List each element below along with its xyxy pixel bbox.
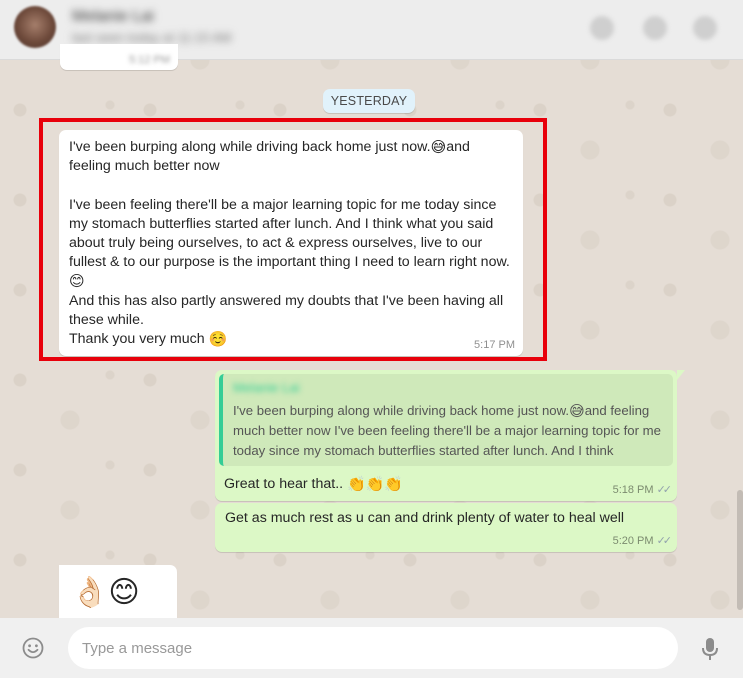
reply-line: Great to hear that.. [224, 476, 344, 492]
date-divider: YESTERDAY [323, 89, 415, 113]
quoted-line: I've been burping along while driving ba… [233, 403, 570, 418]
incoming-message[interactable]: I've been burping along while driving ba… [59, 130, 523, 356]
smile-emoji: 😊 [69, 272, 85, 291]
message-time: 5:20 PM ✓✓ [612, 534, 673, 547]
chat-window: Melanie Lai last seen today at 11:15 AM … [0, 0, 743, 678]
avatar[interactable] [14, 6, 56, 48]
time-text: 5:20 PM [612, 535, 654, 547]
time-text: 5:18 PM [612, 484, 654, 496]
clapping-emoji: 👏👏👏 [347, 475, 404, 493]
message-line: feeling much better now [69, 158, 220, 175]
menu-icon[interactable] [693, 16, 717, 40]
quoted-author: Melanie Lai [233, 380, 300, 395]
message-paragraph: And this has also partly answered my dou… [69, 292, 508, 328]
message-line: and [446, 139, 470, 155]
sweat-smile-emoji: 😅 [430, 138, 447, 156]
search-icon[interactable] [590, 16, 614, 40]
message-time: 5:18 PM ✓✓ [612, 483, 673, 496]
message-time: 5:12 PM [129, 54, 170, 66]
quoted-text: I've been burping along while driving ba… [233, 401, 665, 461]
quoted-message[interactable]: Melanie Lai I've been burping along whil… [219, 374, 673, 466]
message-text: I've been burping along while driving ba… [69, 138, 513, 349]
blush-emoji: ☺️ [208, 330, 228, 349]
message-input[interactable] [68, 627, 678, 669]
contact-name[interactable]: Melanie Lai [72, 8, 154, 26]
previous-message-bubble[interactable]: 5:12 PM [60, 44, 178, 70]
bubble-tail [677, 370, 685, 380]
message-paragraph: I've been feeling there'll be a major le… [69, 196, 510, 271]
contact-status: last seen today at 11:15 AM [72, 30, 232, 45]
read-ticks-icon: ✓✓ [656, 484, 673, 496]
smiley-icon[interactable] [22, 637, 44, 659]
message-text: Great to hear that.. 👏👏👏 [224, 476, 673, 492]
scrollbar[interactable] [737, 490, 743, 610]
incoming-emoji-message[interactable]: 👌🏻😊 [59, 565, 177, 625]
message-line: I've been burping along while driving ba… [69, 139, 431, 155]
message-line: Thank you very much [69, 331, 205, 348]
mic-icon[interactable] [700, 637, 720, 661]
message-time: 5:17 PM [474, 339, 515, 351]
message-text: Get as much rest as u can and drink plen… [225, 510, 625, 526]
sweat-smile-emoji: 😅 [569, 402, 585, 420]
attach-icon[interactable] [643, 16, 667, 40]
read-ticks-icon: ✓✓ [656, 535, 673, 547]
composer-bar [0, 618, 743, 678]
ok-hand-smile-emoji: 👌🏻😊 [71, 575, 140, 610]
outgoing-reply-message[interactable]: Melanie Lai I've been burping along whil… [215, 370, 685, 501]
outgoing-message[interactable]: Get as much rest as u can and drink plen… [215, 503, 677, 552]
